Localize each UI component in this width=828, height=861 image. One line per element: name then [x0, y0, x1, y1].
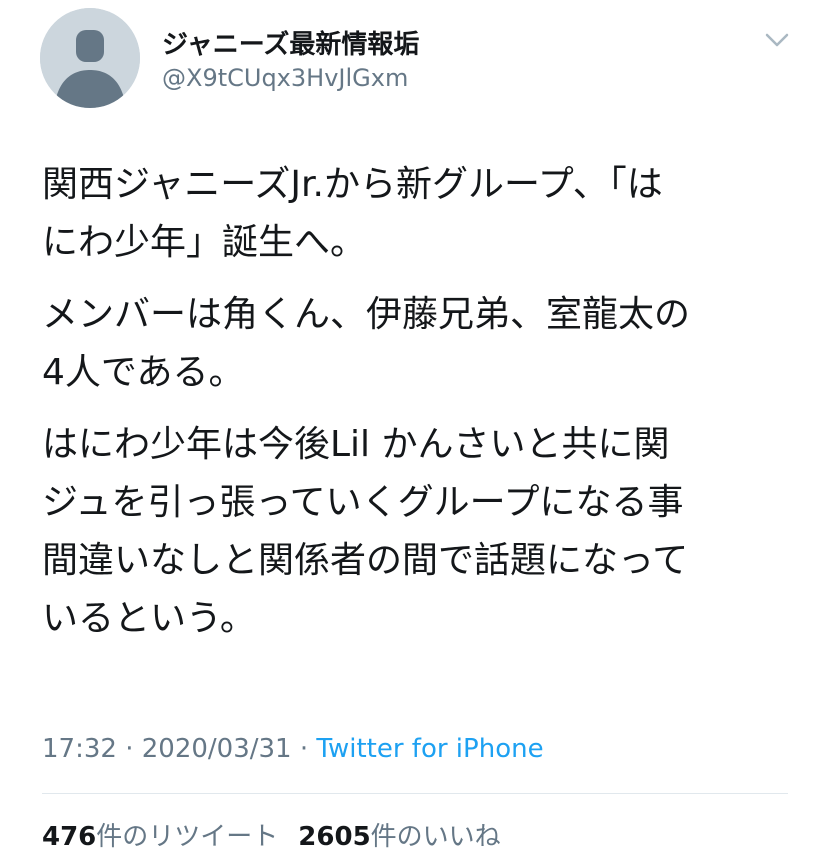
tweet-paragraph: 関西ジャニーズJr.から新グループ、「は にわ少年」誕生へ。	[42, 164, 663, 263]
author-display-name[interactable]: ジャニーズ最新情報垢	[162, 24, 419, 61]
retweets-stat[interactable]: 476件のリツイート	[42, 822, 278, 852]
tweet-stats: 476件のリツイート 2605件のいいね	[42, 816, 521, 853]
meta-separator: ·	[116, 734, 142, 764]
likes-stat[interactable]: 2605件のいいね	[298, 822, 500, 852]
tweet-meta: 17:32 · 2020/03/31 · Twitter for iPhone	[42, 734, 544, 764]
tweet-time[interactable]: 17:32	[42, 734, 117, 764]
avatar[interactable]	[40, 8, 140, 108]
tweet-text: 関西ジャニーズJr.から新グループ、「は にわ少年」誕生へ。 メンバーは角くん、…	[42, 156, 802, 662]
retweets-label: 件のリツイート	[96, 822, 279, 852]
tweet-date[interactable]: 2020/03/31	[142, 734, 292, 764]
likes-label: 件のいいね	[370, 822, 501, 852]
tweet-detail: ジャニーズ最新情報垢 @X9tCUqx3HvJlGxm 関西ジャニーズJr.から…	[0, 0, 828, 861]
likes-count: 2605	[298, 822, 371, 852]
divider	[42, 793, 788, 794]
default-avatar-icon	[40, 8, 140, 108]
retweets-count: 476	[42, 822, 97, 852]
tweet-paragraph: メンバーは角くん、伊藤兄弟、室龍太の 4人である。	[42, 294, 691, 393]
tweet-paragraph: はにわ少年は今後Lil かんさいと共に関 ジュを引っ張っていくグループになる事 …	[42, 424, 689, 639]
chevron-down-icon[interactable]	[762, 28, 792, 52]
meta-separator: ·	[291, 734, 317, 764]
tweet-source-link[interactable]: Twitter for iPhone	[316, 734, 543, 764]
author-handle[interactable]: @X9tCUqx3HvJlGxm	[162, 64, 408, 92]
